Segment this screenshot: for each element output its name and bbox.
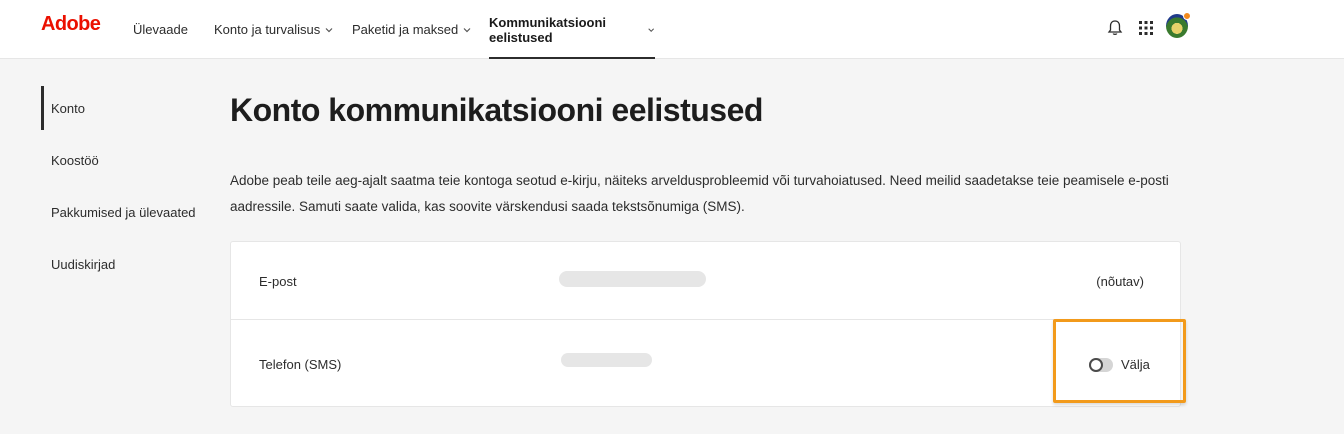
sidebar-item-label: Pakkumised ja ülevaated (51, 204, 196, 220)
sms-label: Telefon (SMS) (259, 357, 342, 372)
sms-row: Telefon (SMS) Välja (231, 319, 1180, 406)
avatar[interactable] (1166, 12, 1191, 38)
nav-tab-overview[interactable]: Ülevaade (133, 0, 188, 59)
nav-tab-label: Ülevaade (133, 22, 188, 37)
email-row: E-post (nõutav) (231, 242, 1180, 322)
sidebar-item-label: Koostöö (51, 152, 99, 168)
email-label: E-post (259, 274, 297, 289)
nav-tab-label: Paketid ja maksed (352, 22, 459, 37)
app-grid-icon[interactable] (1134, 16, 1158, 40)
chevron-down-icon (325, 27, 333, 32)
sidebar-item-label: Uudiskirjad (51, 256, 116, 272)
chevron-down-icon (647, 27, 654, 32)
nav-tab-plans-payments[interactable]: Paketid ja maksed (352, 0, 472, 59)
nav-tab-label: Konto ja turvalisus (214, 22, 321, 37)
sidebar-item-account[interactable]: Konto (41, 86, 211, 130)
nav-tab-communication-preferences[interactable]: Kommunikatsiooni eelistused (489, 0, 655, 59)
sidebar-item-collaboration[interactable]: Koostöö (41, 138, 211, 182)
page-title: Konto kommunikatsiooni eelistused (230, 92, 763, 128)
nav-tab-account-security[interactable]: Konto ja turvalisus (214, 0, 334, 59)
sidebar-item-newsletters[interactable]: Uudiskirjad (41, 242, 211, 286)
notification-dot (1183, 12, 1191, 20)
sidebar-item-offers-surveys[interactable]: Pakkumised ja ülevaated (41, 190, 211, 234)
page-description: Adobe peab teile aeg-ajalt saatma teie k… (230, 173, 1169, 214)
nav-tab-label: Kommunikatsiooni eelistused (489, 14, 607, 45)
sms-toggle[interactable]: Välja (1089, 357, 1150, 372)
communication-settings-card: E-post (nõutav) Telefon (SMS) Välja (230, 241, 1181, 407)
adobe-logo[interactable]: Adobe (41, 13, 101, 36)
sidebar-item-label: Konto (51, 100, 85, 116)
toggle-knob (1089, 357, 1103, 372)
bell-icon[interactable] (1103, 16, 1127, 40)
chevron-down-icon (463, 27, 471, 32)
toggle-switch[interactable] (1089, 357, 1113, 372)
required-label: (nõutav) (1096, 274, 1144, 289)
redacted-phone-value (561, 353, 652, 367)
toggle-label: Välja (1121, 357, 1150, 372)
redacted-email-value (559, 271, 706, 287)
top-navigation: Adobe Ülevaade Konto ja turvalisus Paket… (0, 0, 1344, 59)
